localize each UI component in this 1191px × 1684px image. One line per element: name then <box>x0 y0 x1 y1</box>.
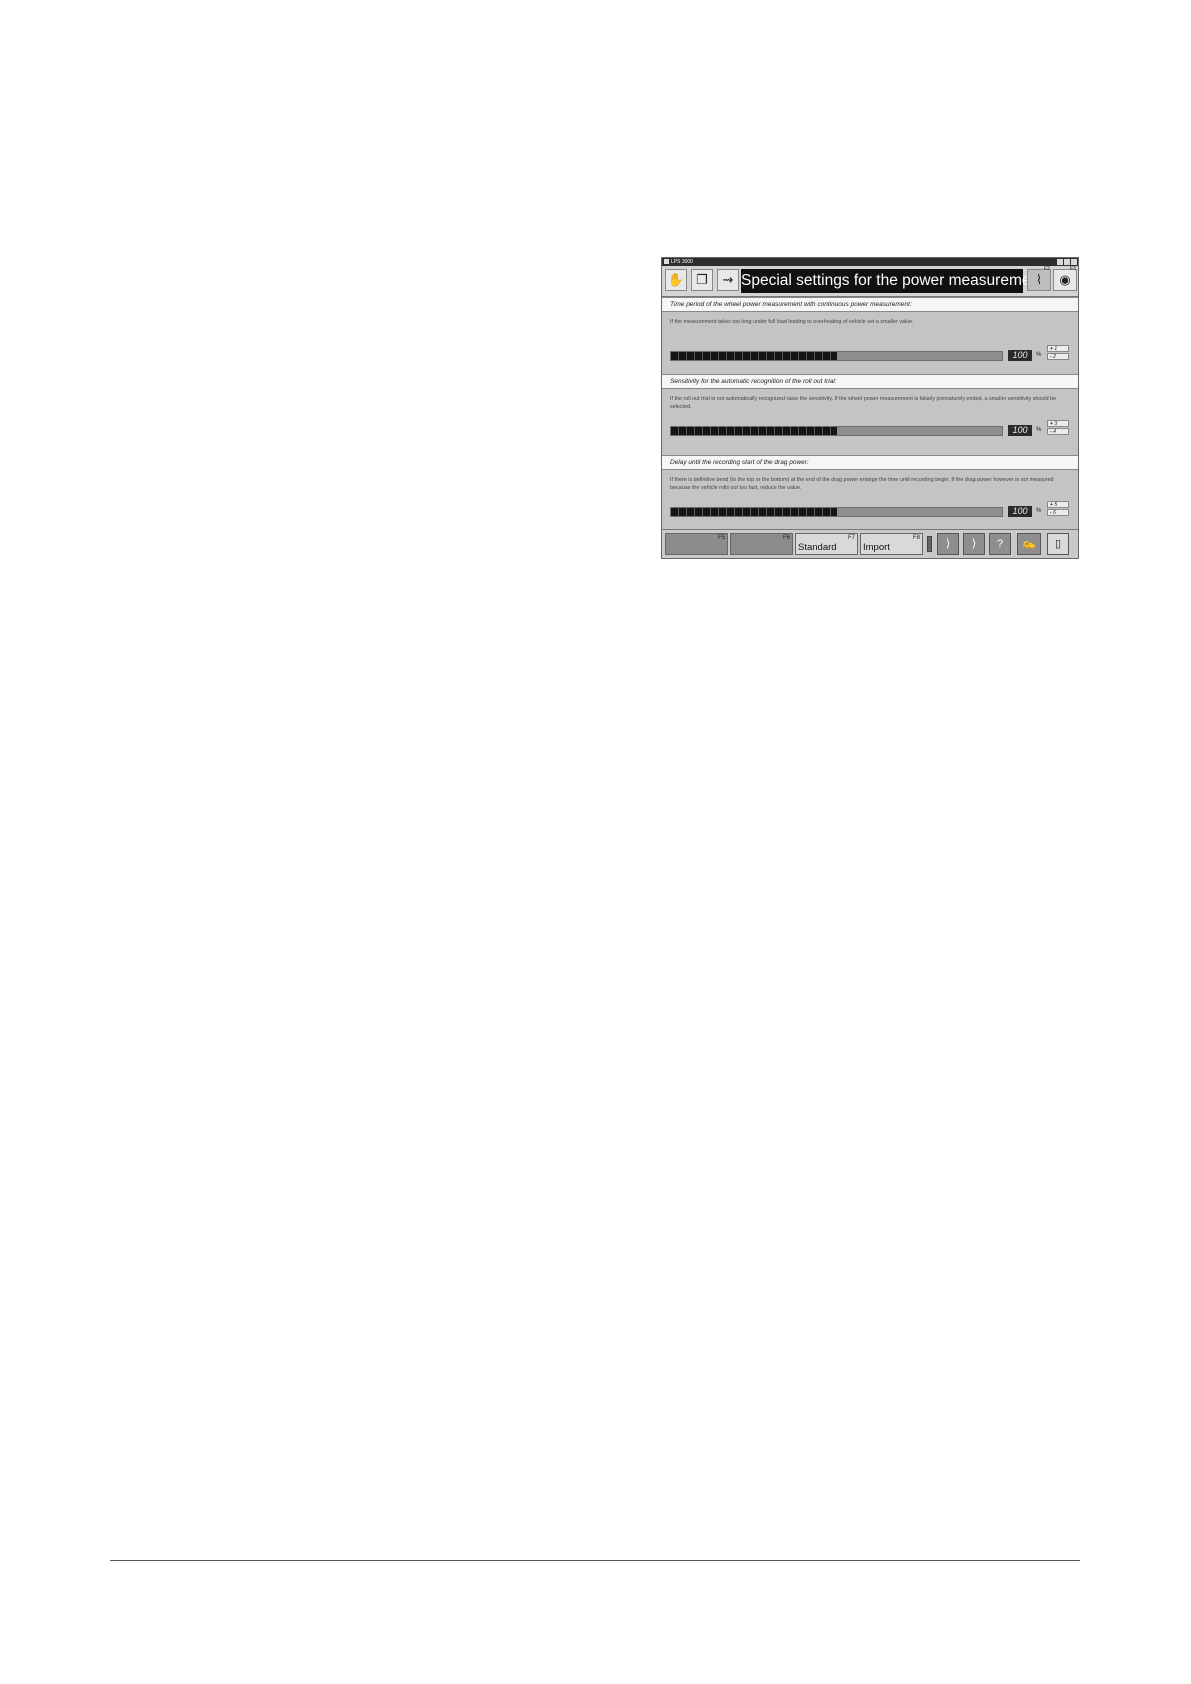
slider-fill <box>671 508 837 516</box>
function-key-bar: F5 F6 Standard F7 Import F8 ⟩ ⟩ ? ✍ ▯ <box>662 529 1078 558</box>
decrease-button[interactable]: - 4 <box>1047 428 1069 435</box>
page-footer-rule <box>110 1560 1080 1561</box>
slider-fill <box>671 427 837 435</box>
window-titlebar: LPS 3000 <box>662 258 1078 266</box>
f8-key-label: F8 <box>912 535 920 541</box>
window-controls <box>1057 259 1077 265</box>
page-title: Special settings for the power measureme… <box>741 269 1043 293</box>
standard-label: Standard <box>798 542 837 553</box>
section-header-sensitivity: Sensitivity for the automatic recognitio… <box>662 374 1078 389</box>
section-header-time-period: Time period of the wheel power measureme… <box>662 297 1078 312</box>
hand-icon[interactable]: ✋ <box>665 269 687 291</box>
windows-icon[interactable]: ❐ <box>691 269 713 291</box>
section-description: If the measurement takes too long under … <box>670 319 914 325</box>
f5-button[interactable]: F5 <box>665 533 728 555</box>
decrease-button[interactable]: - 2 <box>1047 353 1069 360</box>
minimize-button[interactable] <box>1057 259 1063 265</box>
page-up-icon[interactable]: ⟩ <box>937 533 959 555</box>
import-label: Import <box>863 542 890 553</box>
value-stepper: + 1 - 2 <box>1047 345 1069 360</box>
close-button[interactable] <box>1071 259 1077 265</box>
app-system-icon <box>664 259 669 265</box>
section-description: If the roll out trial is not automatical… <box>670 396 1057 410</box>
application-window: LPS 3000 ✋ ❐ ⇝ Special settings for the … <box>661 257 1079 559</box>
increase-button[interactable]: + 5 <box>1047 501 1069 508</box>
separator-indicator <box>927 536 932 552</box>
section-time-period: If the measurement takes too long under … <box>662 312 1078 374</box>
value-display: 100 <box>1008 425 1032 436</box>
f2-key-label: F2 <box>1044 266 1050 272</box>
graph-icon[interactable]: ⌇ <box>1027 269 1051 291</box>
f7-key-label: F7 <box>847 535 855 541</box>
unit-label: % <box>1036 508 1042 514</box>
standard-button[interactable]: Standard F7 <box>795 533 858 555</box>
measurement-icon[interactable]: ⇝ <box>717 269 739 291</box>
increase-button[interactable]: + 1 <box>1047 345 1069 352</box>
value-display: 100 <box>1008 350 1032 361</box>
help-button[interactable]: ? <box>989 533 1011 555</box>
import-button[interactable]: Import F8 <box>860 533 923 555</box>
app-title: LPS 3000 <box>671 259 693 265</box>
slider-fill <box>671 352 837 360</box>
time-period-slider[interactable] <box>670 351 1003 361</box>
section-sensitivity: If the roll out trial is not automatical… <box>662 389 1078 455</box>
exit-door-icon[interactable]: ▯ <box>1047 533 1069 555</box>
decrease-button[interactable]: - 6 <box>1047 509 1069 516</box>
section-description: If there is definitive bend (to the top … <box>670 477 1054 491</box>
unit-label: % <box>1036 352 1042 358</box>
f3-key-label: F3 <box>1070 266 1076 272</box>
value-display: 100 <box>1008 506 1032 517</box>
unit-label: % <box>1036 427 1042 433</box>
increase-button[interactable]: + 3 <box>1047 420 1069 427</box>
maximize-button[interactable] <box>1064 259 1070 265</box>
f6-button[interactable]: F6 <box>730 533 793 555</box>
f5-key-label: F5 <box>717 535 725 541</box>
signature-icon[interactable]: ✍ <box>1017 533 1041 555</box>
value-stepper: + 5 - 6 <box>1047 501 1069 516</box>
page-down-icon[interactable]: ⟩ <box>963 533 985 555</box>
f6-key-label: F6 <box>782 535 790 541</box>
section-header-delay: Delay until the recording start of the d… <box>662 455 1078 470</box>
value-stepper: + 3 - 4 <box>1047 420 1069 435</box>
sensitivity-slider[interactable] <box>670 426 1003 436</box>
section-delay: If there is definitive bend (to the top … <box>662 470 1078 532</box>
vehicle-icon[interactable]: ◉ <box>1053 269 1077 291</box>
delay-slider[interactable] <box>670 507 1003 517</box>
main-toolbar: ✋ ❐ ⇝ Special settings for the power mea… <box>662 266 1078 297</box>
